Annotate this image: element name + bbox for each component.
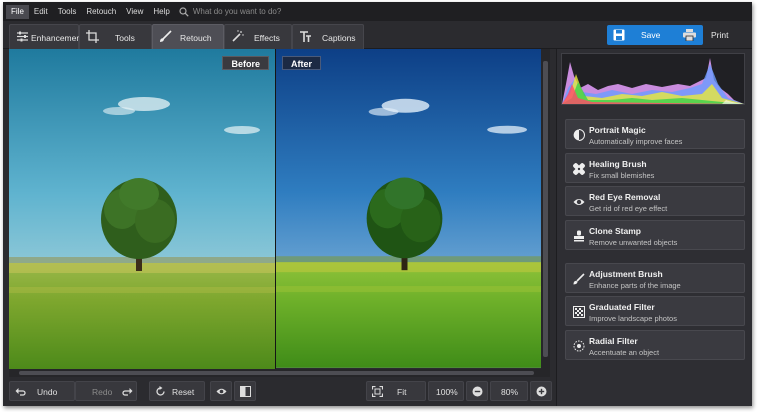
tool-graduated-filter[interactable]: Graduated Filter Improve landscape photo… (565, 296, 745, 326)
before-photo (9, 49, 275, 369)
redo-icon (122, 388, 133, 396)
reset-label: Reset (172, 387, 195, 397)
fit-icon (372, 386, 383, 397)
text-icon (300, 31, 311, 42)
zoom-in-button[interactable] (530, 381, 552, 401)
fit-label: Fit (397, 387, 407, 397)
before-label: Before (222, 56, 269, 70)
zoom-100-button[interactable]: 100% (428, 381, 464, 401)
eye-icon (216, 388, 227, 395)
sliders-icon (17, 31, 28, 42)
magic-wand-icon (232, 30, 244, 42)
zoom-out-icon (472, 386, 483, 397)
zoom-level-value: 80% (501, 387, 519, 397)
undo-label: Undo (37, 387, 58, 397)
search-input[interactable]: What do you want to do? (193, 7, 282, 16)
tool-description: Remove unwanted objects (589, 238, 678, 247)
menu-view[interactable]: View (121, 5, 148, 19)
vertical-scroll-thumb[interactable] (543, 61, 548, 357)
menu-bar: File Edit Tools Retouch View Help What d… (3, 2, 752, 21)
horizontal-scrollbar[interactable] (9, 369, 550, 377)
redo-label: Redo (92, 387, 113, 397)
tool-description: Enhance parts of the image (589, 281, 681, 290)
tab-captions-label: Captions (322, 33, 356, 43)
menu-retouch[interactable]: Retouch (81, 5, 121, 19)
undo-button[interactable]: Undo (9, 381, 75, 401)
right-panel: Portrait Magic Automatically improve fac… (556, 49, 752, 406)
tab-enhancement-label: Enhancement (31, 33, 84, 43)
split-view-icon (240, 386, 251, 397)
tool-title: Portrait Magic (589, 125, 646, 135)
compare-view-button[interactable] (234, 381, 256, 401)
zoom-in-icon (536, 386, 547, 397)
save-icon (613, 29, 625, 41)
save-button-label: Save (641, 30, 661, 40)
redo-button[interactable]: Redo (75, 381, 137, 401)
tab-enhancement[interactable]: Enhancement (9, 24, 83, 49)
reset-icon (156, 386, 165, 396)
after-label: After (282, 56, 322, 70)
tool-radial-filter[interactable]: Radial Filter Accentuate an object (565, 330, 745, 360)
tool-title: Adjustment Brush (589, 269, 663, 279)
after-photo (276, 49, 541, 368)
tool-description: Improve landscape photos (589, 314, 677, 323)
app-window: File Edit Tools Retouch View Help What d… (3, 2, 752, 406)
tool-title: Graduated Filter (589, 302, 655, 312)
fit-button[interactable]: Fit (366, 381, 426, 401)
before-view: Before (9, 49, 275, 369)
radial-icon (573, 340, 585, 352)
zoom-level-field[interactable]: 80% (490, 381, 528, 401)
printer-icon (683, 29, 696, 41)
tool-portrait-magic[interactable]: Portrait Magic Automatically improve fac… (565, 119, 745, 149)
tool-adjustment-brush[interactable]: Adjustment Brush Enhance parts of the im… (565, 263, 745, 293)
bottom-bar: Undo Redo Reset Fit 100% 80% (3, 377, 556, 406)
undo-icon (15, 388, 26, 396)
tool-title: Red Eye Removal (589, 192, 661, 202)
brush-icon (160, 30, 172, 42)
histogram-graph (562, 58, 744, 104)
tool-healing-brush[interactable]: Healing Brush Fix small blemishes (565, 153, 745, 183)
menu-tools[interactable]: Tools (53, 5, 82, 19)
crop-icon (86, 30, 99, 43)
brush-icon (573, 273, 585, 285)
menu-file[interactable]: File (6, 4, 29, 19)
tool-title: Radial Filter (589, 336, 638, 346)
bandage-icon (573, 163, 585, 175)
tab-captions[interactable]: Captions (292, 24, 364, 49)
tool-clone-stamp[interactable]: Clone Stamp Remove unwanted objects (565, 220, 745, 250)
menu-edit[interactable]: Edit (29, 5, 53, 19)
tab-effects-label: Effects (254, 33, 280, 43)
tab-tools[interactable]: Tools (79, 24, 152, 49)
zoom-100-label: 100% (436, 387, 458, 397)
main-toolbar: Enhancement Tools Retouch Effects Captio… (3, 21, 752, 49)
after-view: After (275, 49, 541, 369)
horizontal-scroll-thumb[interactable] (19, 371, 534, 375)
tool-red-eye-removal[interactable]: Red Eye Removal Get rid of red eye effec… (565, 186, 745, 216)
vertical-scrollbar[interactable] (541, 49, 550, 369)
reset-button[interactable]: Reset (149, 381, 205, 401)
search-box[interactable]: What do you want to do? (179, 6, 282, 17)
tool-title: Clone Stamp (589, 226, 641, 236)
print-button[interactable]: Print (679, 25, 745, 45)
zoom-out-button[interactable] (466, 381, 488, 401)
face-icon (573, 129, 585, 141)
tool-description: Automatically improve faces (589, 137, 683, 146)
tab-retouch[interactable]: Retouch (152, 24, 224, 49)
tool-title: Healing Brush (589, 159, 647, 169)
print-button-label: Print (711, 30, 729, 40)
eye-icon (573, 199, 585, 205)
tab-tools-label: Tools (115, 33, 135, 43)
menu-help[interactable]: Help (148, 5, 174, 19)
histogram (561, 53, 745, 105)
tab-effects[interactable]: Effects (224, 24, 292, 49)
tool-description: Fix small blemishes (589, 171, 655, 180)
gradient-icon (573, 306, 585, 318)
stamp-icon (574, 230, 584, 242)
tool-description: Accentuate an object (589, 348, 660, 357)
photo-canvas[interactable]: Before After (9, 49, 541, 369)
search-icon (179, 6, 189, 17)
tab-retouch-label: Retouch (180, 33, 212, 43)
preview-toggle-button[interactable] (210, 381, 232, 401)
tool-description: Get rid of red eye effect (589, 204, 668, 213)
